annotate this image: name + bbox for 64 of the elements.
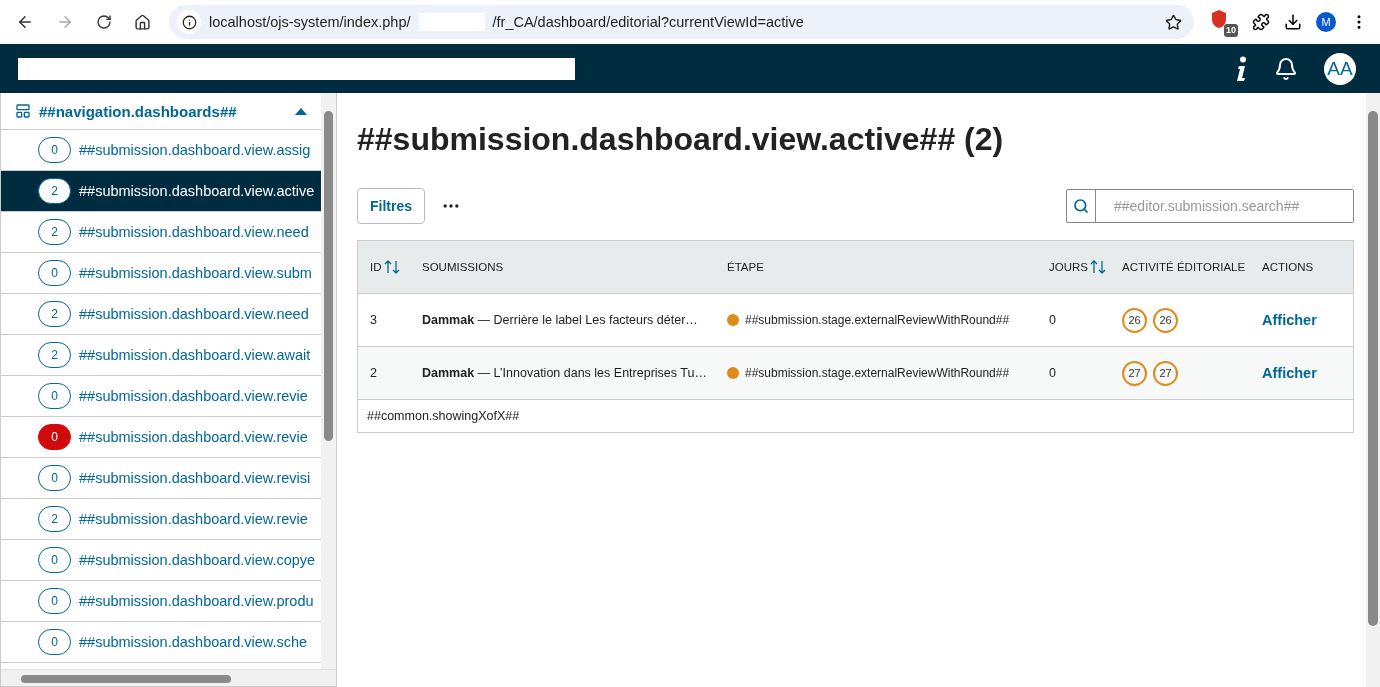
table-cell-text: 0 [1048, 313, 1057, 327]
shield-icon[interactable] [1210, 9, 1228, 29]
shield-extension[interactable]: 10 [1208, 7, 1238, 37]
stage-cell: ##submission.stage.externalReviewWithRound## [715, 366, 1037, 380]
count-badge: 2 [38, 342, 71, 368]
column-header: ACTIVITÉ ÉDITORIALE [1122, 261, 1246, 273]
info-icon[interactable] [177, 10, 201, 34]
back-icon[interactable] [16, 13, 34, 31]
reload-icon[interactable] [96, 14, 112, 30]
stage-cell: ##submission.stage.externalReviewWithRound## [715, 313, 1037, 327]
table-cell-text: Dammak — Derrière le label Les facteurs déter… [421, 313, 699, 327]
user-avatar[interactable]: AA [1324, 52, 1356, 85]
sort-icon[interactable] [1090, 260, 1106, 274]
activity-badge: 27 [1122, 360, 1147, 386]
count-badge: 0 [38, 588, 71, 614]
count-badge: 0 [38, 629, 71, 655]
count-badge: 2 [38, 219, 71, 245]
info-icon[interactable] [1234, 55, 1248, 82]
scrollbar[interactable] [321, 93, 336, 669]
table-cell-text: 2 [369, 366, 378, 380]
star-icon[interactable] [1165, 13, 1182, 31]
url-text: /fr_CA/dashboard/editorial?currentViewId=active [492, 14, 804, 30]
scrollbar[interactable] [1366, 93, 1380, 687]
table-cell-text: Dammak — L’Innovation dans les Entreprises Tu… [421, 366, 708, 380]
address-bar[interactable]: localhost/ojs-system/index.php/ /fr_CA/dashboard/editorial?currentViewId=active [169, 5, 1194, 39]
caret-icon [295, 107, 307, 115]
dashboard-icon [15, 103, 31, 119]
column-header[interactable]: JOURS [1049, 260, 1106, 274]
table-cell-text: 0 [1048, 366, 1057, 380]
table-cell-text: 3 [369, 313, 378, 327]
count-badge: 0 [38, 383, 71, 409]
count-badge: 2 [38, 506, 71, 532]
activity-badge: 26 [1122, 307, 1147, 333]
home-icon[interactable] [134, 13, 151, 31]
count-badge: 0 [38, 424, 71, 450]
scrollbar[interactable] [1, 669, 336, 686]
puzzle-icon[interactable] [1252, 13, 1270, 31]
status-dot [727, 314, 739, 326]
count-badge: 0 [38, 260, 71, 286]
profile-avatar[interactable]: M [1316, 12, 1336, 32]
activity-badge: 27 [1153, 360, 1178, 386]
view-link[interactable]: Afficher [1262, 312, 1317, 328]
column-header: ÉTAPE [727, 261, 764, 273]
notification-icon[interactable] [1274, 56, 1298, 81]
count-badge: 2 [38, 178, 71, 204]
sort-icon[interactable] [383, 260, 400, 274]
sidebar-item[interactable]: 2 ##submission.dashboard.view.active [1, 171, 321, 212]
download-icon[interactable] [1284, 13, 1302, 31]
view-link[interactable]: Afficher [1262, 365, 1317, 381]
count-badge: 2 [38, 301, 71, 327]
column-header[interactable]: ID [370, 260, 400, 274]
url-text: localhost/ojs-system/index.php/ [209, 14, 411, 30]
search-field[interactable]: ##editor.submission.search## [1066, 189, 1354, 223]
search-icon[interactable] [1073, 198, 1089, 214]
table-footer: ##common.showingXofX## [358, 400, 1353, 432]
filter-button[interactable]: Filtres [357, 188, 425, 224]
column-header: SOUMISSIONS [422, 261, 504, 273]
count-badge: 0 [38, 547, 71, 573]
status-dot [727, 367, 739, 379]
count-badge: 0 [38, 137, 71, 163]
page-title: ##submission.dashboard.view.active## (2) [357, 121, 1005, 158]
count-badge: 0 [38, 465, 71, 491]
column-header: ACTIONS [1262, 261, 1314, 273]
activity-badge: 26 [1153, 307, 1178, 333]
